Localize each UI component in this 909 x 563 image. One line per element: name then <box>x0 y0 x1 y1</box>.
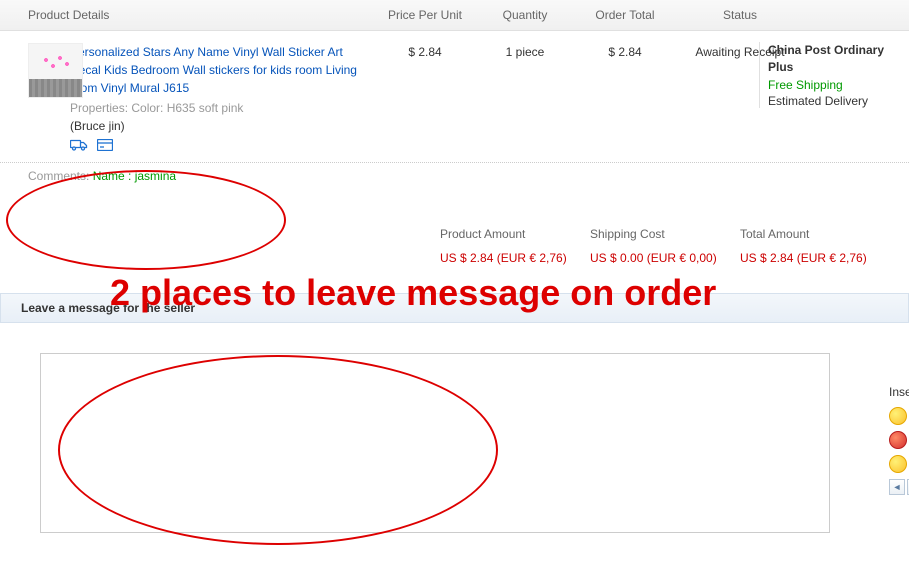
shipping-info: China Post Ordinary Plus Free Shipping E… <box>759 42 909 108</box>
shipping-estimated: Estimated Delivery <box>768 94 909 108</box>
insert-title: Insert <box>889 385 909 399</box>
table-header: Product Details Price Per Unit Quantity … <box>0 0 909 31</box>
header-price: Price Per Unit <box>370 8 480 22</box>
header-qty: Quantity <box>480 8 570 22</box>
product-thumbnail[interactable] <box>28 43 83 98</box>
total-amount-label: Total Amount <box>740 227 890 241</box>
product-total: $ 2.84 <box>570 43 680 154</box>
total-product-label: Product Amount <box>440 227 590 241</box>
header-product: Product Details <box>0 8 370 22</box>
product-qty: 1 piece <box>480 43 570 154</box>
totals-bar: Product Amount US $ 2.84 (EUR € 2,76) Sh… <box>0 219 909 273</box>
emoji-wink-icon[interactable] <box>889 455 907 473</box>
shipping-free: Free Shipping <box>768 78 909 92</box>
product-properties: Properties: Color: H635 soft pink <box>70 101 370 115</box>
leave-message-header: Leave a message for the seller <box>0 293 909 323</box>
truck-icon[interactable] <box>70 139 88 154</box>
product-title-link[interactable]: Personalized Stars Any Name Vinyl Wall S… <box>70 43 370 97</box>
total-shipping-value: US $ 0.00 (EUR € 0,00) <box>590 251 740 265</box>
header-status: Status <box>680 8 800 22</box>
total-product-value: US $ 2.84 (EUR € 2,76) <box>440 251 590 265</box>
total-shipping-label: Shipping Cost <box>590 227 740 241</box>
emoji-prev-button[interactable]: ◄ <box>889 479 905 495</box>
comments-row: Comments: Name : jasmina <box>0 162 909 189</box>
emoji-smile-icon[interactable] <box>889 407 907 425</box>
insert-emoji-panel: Insert ◄► <box>889 385 909 495</box>
total-amount-value: US $ 2.84 (EUR € 2,76) <box>740 251 890 265</box>
product-seller: (Bruce jin) <box>70 119 370 133</box>
shipping-carrier: China Post Ordinary Plus <box>768 42 909 76</box>
message-textarea[interactable] <box>40 353 830 533</box>
comments-value: Name : jasmina <box>93 169 176 183</box>
card-icon[interactable] <box>97 139 113 154</box>
emoji-laugh-icon[interactable] <box>889 431 907 449</box>
comments-label: Comments: <box>28 169 89 183</box>
product-price: $ 2.84 <box>370 43 480 154</box>
header-total: Order Total <box>570 8 680 22</box>
